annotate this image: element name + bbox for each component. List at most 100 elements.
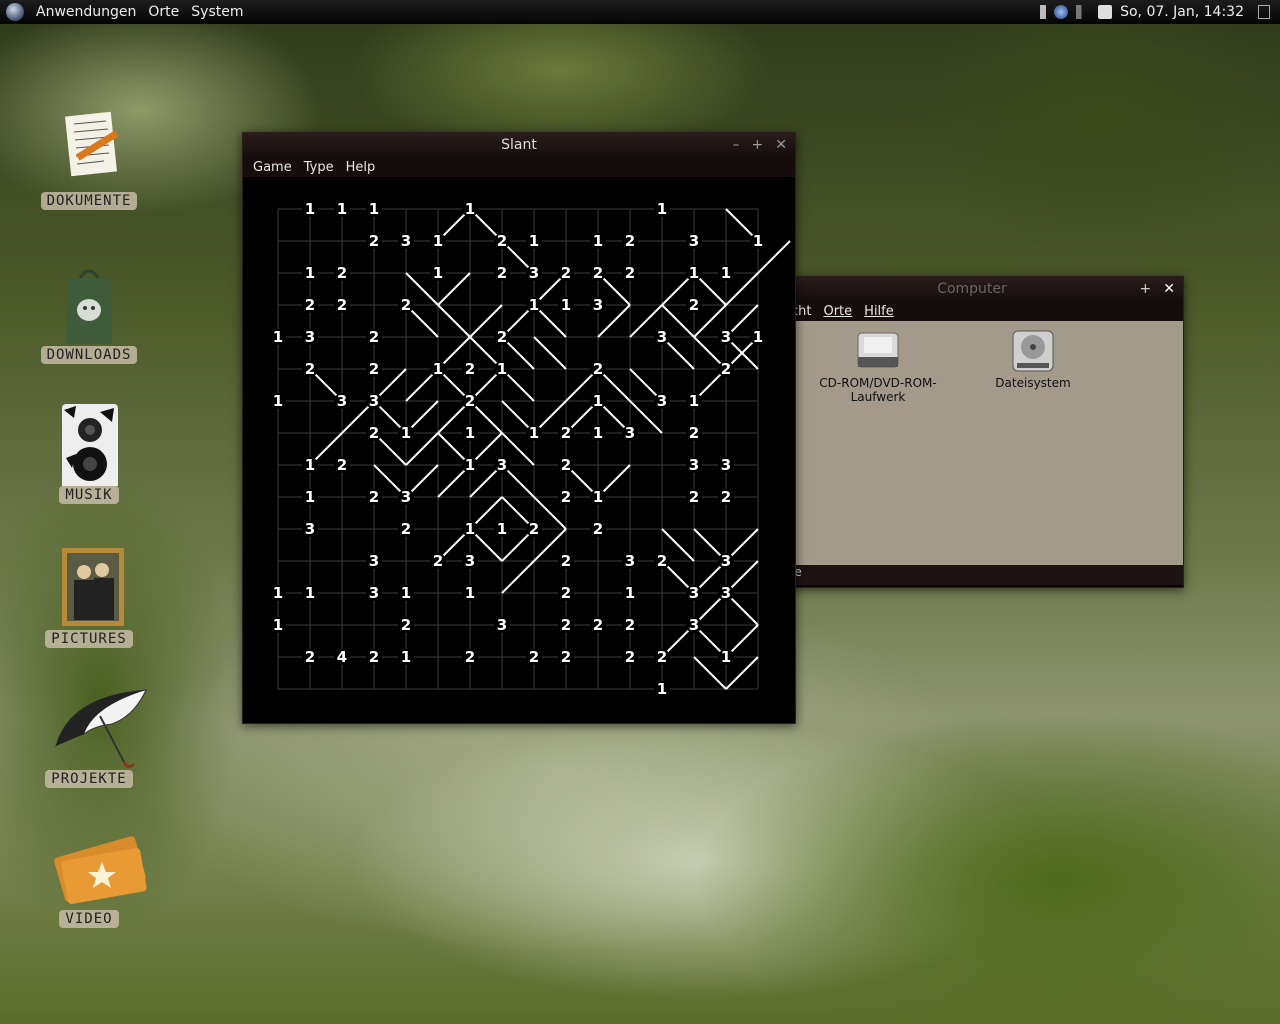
menu-places[interactable]: Orte [823,304,852,319]
clue-number: 2 [337,296,347,314]
clue-number: 1 [593,232,603,250]
clue-number: 3 [305,520,315,538]
maximize-icon[interactable]: + [1140,277,1152,301]
clue-number: 2 [529,520,539,538]
slant-titlebar[interactable]: Slant – + ✕ [243,133,795,157]
clue-number: 3 [657,392,667,410]
maximize-icon[interactable]: + [752,133,764,157]
clue-number: 2 [465,392,475,410]
clue-number: 2 [561,488,571,506]
minimize-icon[interactable]: – [733,133,740,157]
item-cdrom[interactable]: CD-ROM/DVD-ROM-Laufwerk [813,327,943,404]
clue-number: 1 [433,264,443,282]
item-filesystem[interactable]: Dateisystem [968,327,1098,390]
clue-number: 2 [593,360,603,378]
clue-number: 3 [657,328,667,346]
menu-type[interactable]: Type [304,160,334,175]
network-icon[interactable] [1054,5,1069,19]
menu-help[interactable]: Help [346,160,376,175]
clue-number: 2 [305,360,315,378]
clue-number: 2 [625,648,635,666]
clue-number: 2 [561,616,571,634]
clue-number: 3 [689,232,699,250]
clue-number: 2 [305,296,315,314]
file-manager-content: CD-ROM/DVD-ROM-Laufwerk Dateisystem [761,321,1183,565]
clue-number: 2 [689,488,699,506]
desktop-icon-downloads[interactable]: DOWNLOADS [40,262,138,364]
clue-number: 4 [337,648,347,666]
clue-number: 1 [465,584,475,602]
panel-menu: Anwendungen Orte System [0,3,244,21]
clue-number: 2 [561,648,571,666]
battery-icon[interactable] [1040,5,1047,19]
clue-number: 2 [689,296,699,314]
close-icon[interactable]: ✕ [775,133,787,157]
clue-number: 1 [689,264,699,282]
clue-number: 3 [369,584,379,602]
desktop-icon-pictures[interactable]: PICTURES [40,546,138,648]
clue-number: 1 [721,648,731,666]
clue-number: 1 [273,392,283,410]
clue-number: 1 [753,232,763,250]
clock[interactable]: So, 07. Jan, 14:32 [1120,4,1244,20]
clue-number: 3 [497,456,507,474]
clue-number: 1 [529,296,539,314]
close-icon[interactable]: ✕ [1163,277,1175,301]
desktop-icon-dokumente[interactable]: DOKUMENTE [40,108,138,210]
clue-number: 1 [401,584,411,602]
clue-number: 1 [273,616,283,634]
clue-number: 1 [465,520,475,538]
distro-logo-icon[interactable] [6,3,24,21]
clue-number: 1 [593,392,603,410]
volume-icon[interactable] [1076,5,1091,19]
clue-number: 1 [753,328,763,346]
slant-line [437,304,471,338]
show-desktop-icon[interactable] [1258,5,1270,19]
clue-number: 2 [465,360,475,378]
clue-number: 1 [465,200,475,218]
clue-number: 1 [657,680,667,698]
file-manager-titlebar[interactable]: Computer + ✕ [761,277,1183,301]
clue-number: 2 [401,616,411,634]
clue-number: 2 [529,648,539,666]
clue-number: 3 [721,328,731,346]
menu-game[interactable]: Game [253,160,292,175]
clue-number: 1 [273,328,283,346]
clue-number: 1 [657,200,667,218]
desktop-icon-video[interactable]: VIDEO [40,826,147,928]
clue-number: 1 [465,424,475,442]
clue-number: 2 [657,648,667,666]
menu-system[interactable]: System [191,4,243,20]
menu-help[interactable]: Hilfe [864,304,894,319]
clue-number: 1 [593,424,603,442]
slant-line [501,560,535,594]
menu-applications[interactable]: Anwendungen [36,4,136,20]
clue-number: 3 [689,456,699,474]
clue-number: 3 [401,232,411,250]
picture-frame-icon [54,546,124,626]
slant-board[interactable]: 1 1 1 1 1 2 3 1 2 1 1 2 3 1 1 2 1 2 3 2 2 2 1 1 2 2 2 1 1 3 2 1 3 2 2 3 3 1 2 2… [243,177,795,723]
desktop-icon-label: PROJEKTE [45,770,133,788]
clue-number: 3 [721,584,731,602]
clue-number: 1 [433,232,443,250]
desktop-icon-musik[interactable]: MUSIK [40,402,138,504]
slant-grid[interactable]: 1 1 1 1 1 2 3 1 2 1 1 2 3 1 1 2 1 2 3 2 2 2 1 1 2 2 2 1 1 3 2 1 3 2 2 3 3 1 2 2… [243,177,795,723]
cinema-tickets-icon [54,826,147,906]
item-label: Dateisystem [995,376,1071,390]
clue-number: 3 [401,488,411,506]
desktop-icon-label: MUSIK [59,486,119,504]
desktop-icon-label: DOKUMENTE [40,192,138,210]
clue-number: 2 [305,648,315,666]
clue-number: 1 [625,584,635,602]
downloads-bag-icon [54,262,124,344]
menu-places[interactable]: Orte [148,4,179,20]
clue-number: 1 [529,424,539,442]
desktop-icon-label: PICTURES [45,630,133,648]
clue-number: 3 [369,392,379,410]
update-icon[interactable] [1098,5,1113,19]
clue-number: 1 [337,200,347,218]
slant-window: Slant – + ✕ Game Type Help 1 1 1 1 1 2 3 1 2 1 1 2 3… [242,132,796,724]
desktop-icon-projekte[interactable]: PROJEKTE [40,686,147,788]
clue-number: 3 [305,328,315,346]
window-title: Computer [937,281,1007,297]
